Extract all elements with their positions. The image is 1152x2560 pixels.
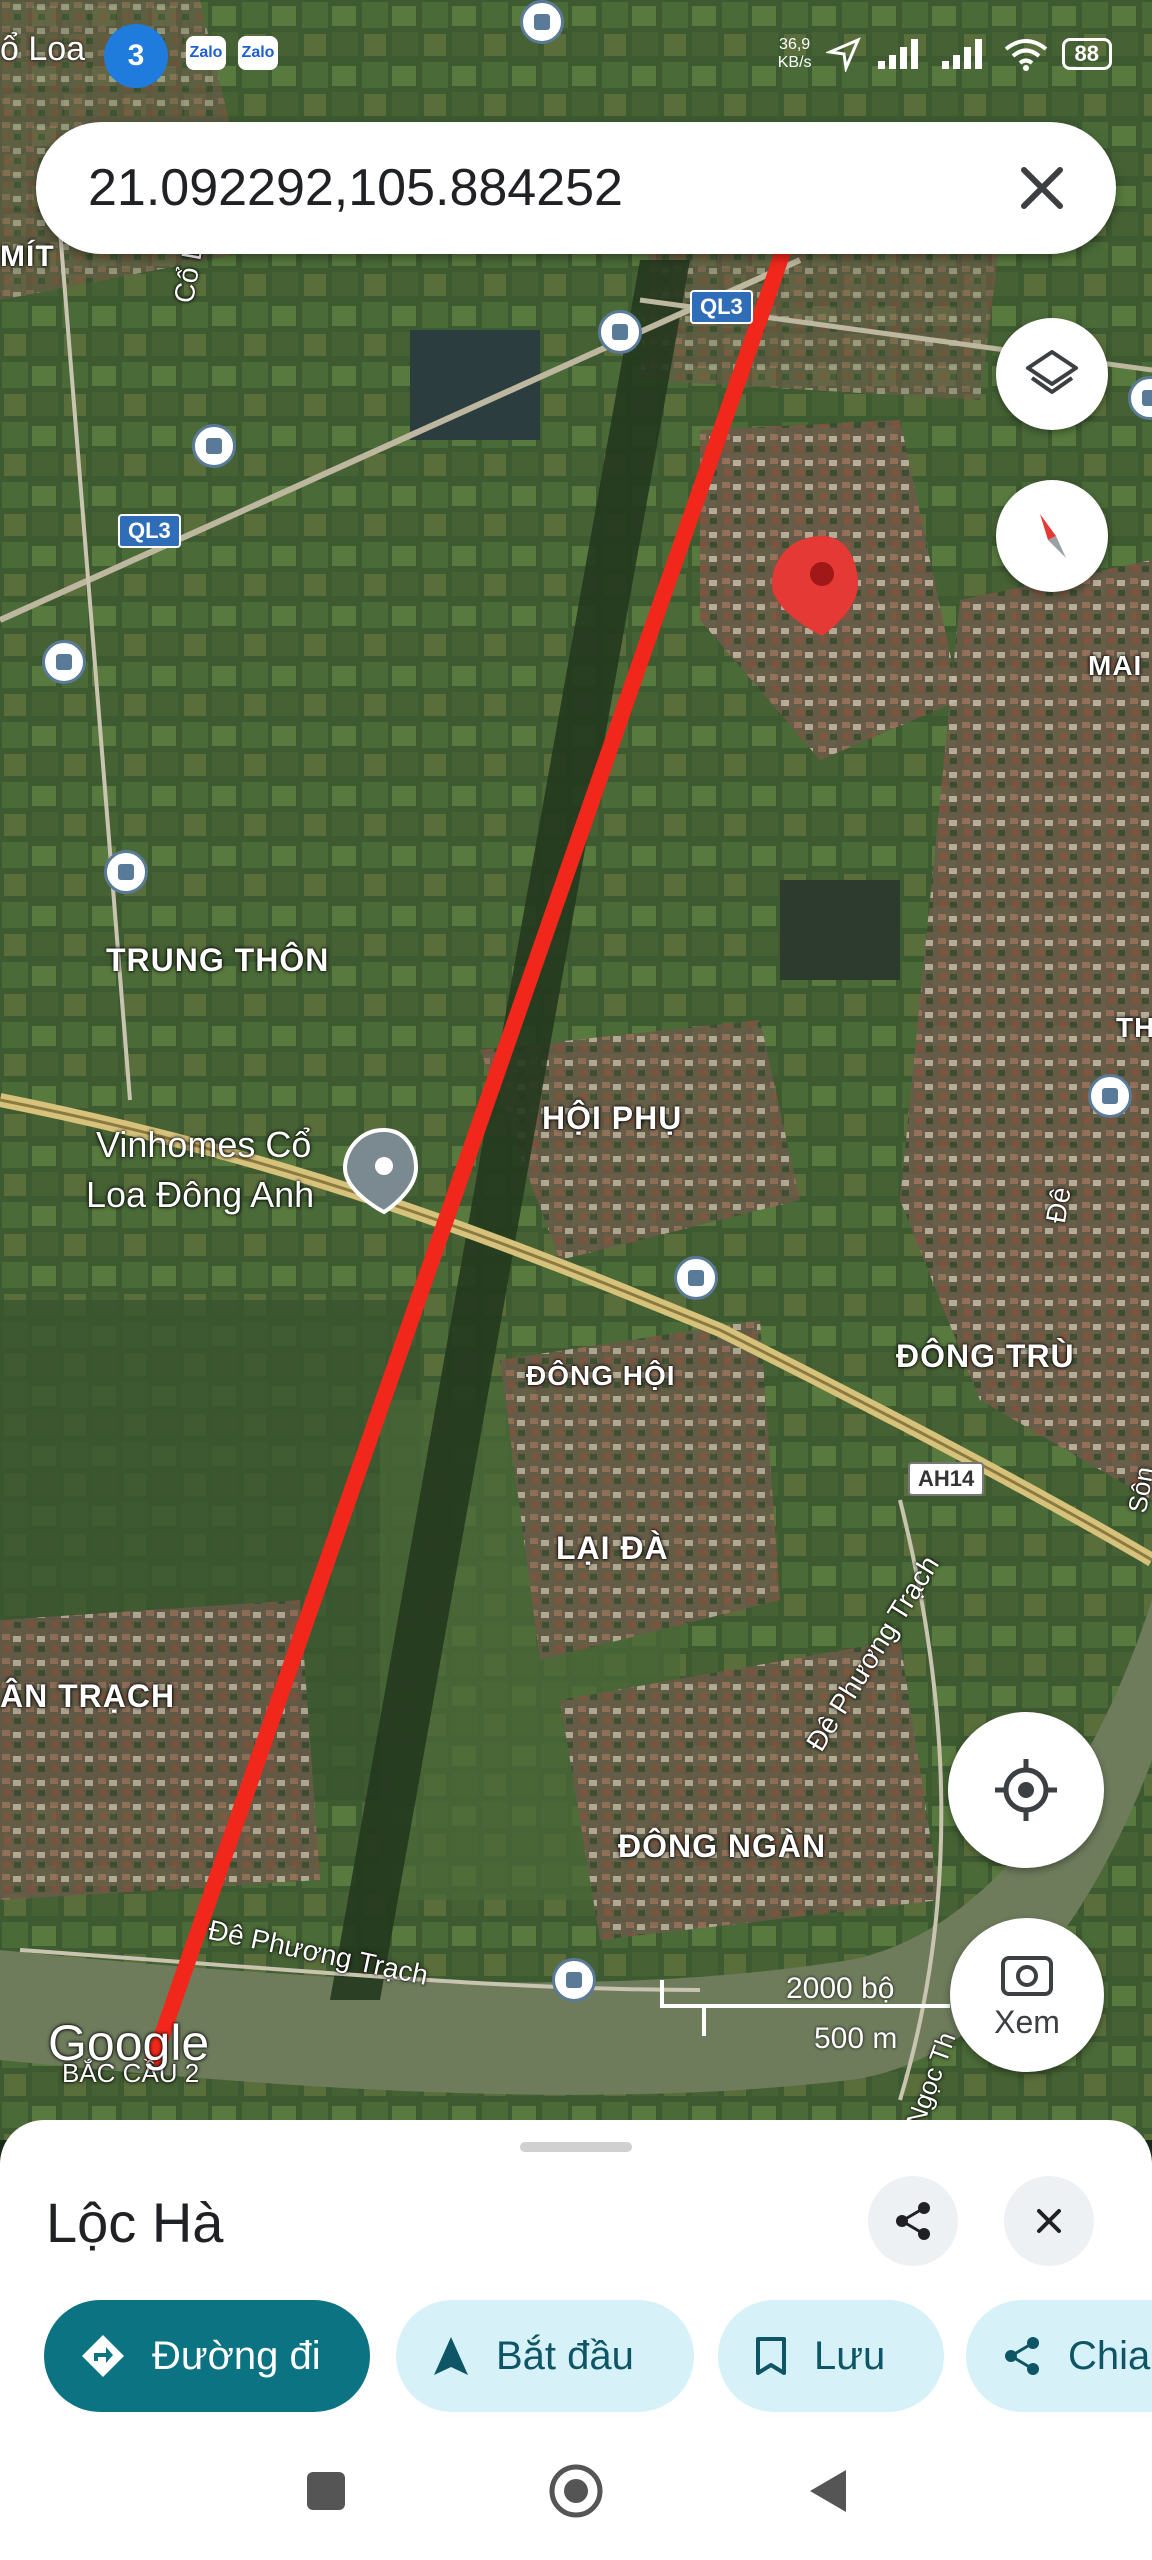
bus-stop-icon[interactable] xyxy=(674,1256,718,1300)
action-chips: Đường đi Bắt đầu Lưu Chia xyxy=(44,2300,1152,2416)
zalo-icon: Zalo xyxy=(238,36,278,70)
close-icon[interactable] xyxy=(1008,154,1076,222)
status-indicators: 36,9 KB/s 88 xyxy=(778,36,1112,72)
net-speed: 36,9 KB/s xyxy=(778,36,812,72)
back-triangle-icon[interactable] xyxy=(806,2468,848,2514)
google-logo: Google xyxy=(48,2015,210,2071)
status-bar: ổ Loa 3 Zalo Zalo 36,9 KB/s 88 xyxy=(0,0,1152,110)
net-speed-unit: KB/s xyxy=(777,54,812,71)
map-label-th: TH xyxy=(1116,1012,1152,1043)
navigation-arrow-icon xyxy=(434,2337,468,2375)
my-location-button[interactable] xyxy=(948,1712,1104,1868)
save-button[interactable]: Lưu xyxy=(718,2300,944,2412)
battery-indicator: 88 xyxy=(1061,38,1112,70)
route-shield-ql3-left: QL3 xyxy=(118,514,181,548)
map-label-dong-hoi: ĐÔNG HỘI xyxy=(526,1360,676,1391)
layers-icon xyxy=(1026,350,1078,394)
map-label-hoi-phu: HỘI PHỤ xyxy=(542,1100,683,1136)
bus-stop-icon[interactable] xyxy=(1088,1074,1132,1118)
signal-icon xyxy=(941,39,982,69)
signal-icon xyxy=(877,39,918,69)
location-arrow-icon xyxy=(825,37,861,72)
place-title: Lộc Hà xyxy=(46,2191,224,2254)
bus-stop-icon[interactable] xyxy=(104,850,148,894)
camera-view-icon xyxy=(1001,1955,1053,1996)
layers-button[interactable] xyxy=(996,318,1108,430)
zalo-icon: Zalo xyxy=(186,36,226,70)
share-button[interactable] xyxy=(868,2176,958,2266)
view-button-label: Xem xyxy=(994,2003,1060,2040)
bus-stop-icon[interactable] xyxy=(42,640,86,684)
share-icon xyxy=(1005,2337,1039,2375)
map-label-de: Đê xyxy=(1040,1184,1077,1226)
share-label: Chia xyxy=(1068,2333,1151,2378)
view-button[interactable]: Xem xyxy=(950,1918,1104,2072)
start-label: Bắt đầu xyxy=(496,2333,634,2378)
share-chip-button[interactable]: Chia xyxy=(966,2300,1152,2412)
scale-ruler xyxy=(660,1980,950,2036)
search-box[interactable] xyxy=(36,122,1116,254)
bus-stop-icon[interactable] xyxy=(552,1958,596,2002)
save-label: Lưu xyxy=(814,2333,886,2378)
map-label-dong-tru: ĐÔNG TRÙ xyxy=(896,1338,1075,1374)
map-label-mit: MÍT xyxy=(0,240,55,273)
map-label-an-trach: ÂN TRẠCH xyxy=(0,1678,176,1714)
directions-label: Đường đi xyxy=(152,2333,321,2378)
compass-icon xyxy=(1040,514,1066,558)
wifi-icon xyxy=(1004,39,1047,71)
start-button[interactable]: Bắt đầu xyxy=(396,2300,694,2412)
directions-button[interactable]: Đường đi xyxy=(44,2300,370,2412)
map-label-dong-ngan: ĐÔNG NGÀN xyxy=(618,1828,827,1864)
bookmark-icon xyxy=(756,2337,786,2375)
system-nav-bar xyxy=(0,2430,1152,2560)
status-carrier: ổ Loa xyxy=(0,30,86,68)
route-shield-ql3-top: QL3 xyxy=(690,290,753,324)
map-label-mai: MAI xyxy=(1088,650,1143,681)
close-sheet-button[interactable] xyxy=(1004,2176,1094,2266)
net-speed-value: 36,9 xyxy=(779,36,811,53)
search-input[interactable] xyxy=(88,150,988,226)
recents-square-icon[interactable] xyxy=(305,2470,347,2512)
map-label-trung-thon: TRUNG THÔN xyxy=(106,942,330,978)
map-label-lai-da: LẠI ĐÀ xyxy=(556,1530,669,1566)
my-location-icon xyxy=(995,1759,1057,1821)
compass-button[interactable] xyxy=(996,480,1108,592)
directions-icon xyxy=(82,2335,124,2377)
notification-app-icon: 3 xyxy=(104,24,168,88)
map-label-vinhomes-2: Loa Đông Anh xyxy=(86,1174,315,1215)
bus-stop-icon[interactable] xyxy=(192,424,236,468)
bus-stop-icon[interactable] xyxy=(598,310,642,354)
map-label-vinhomes-1: Vinhomes Cổ xyxy=(96,1124,312,1165)
share-icon xyxy=(896,2202,930,2240)
drag-handle[interactable] xyxy=(520,2142,632,2152)
close-icon xyxy=(1037,2209,1061,2233)
home-circle-icon[interactable] xyxy=(548,2463,604,2519)
route-shield-ah14: AH14 xyxy=(908,1462,985,1496)
